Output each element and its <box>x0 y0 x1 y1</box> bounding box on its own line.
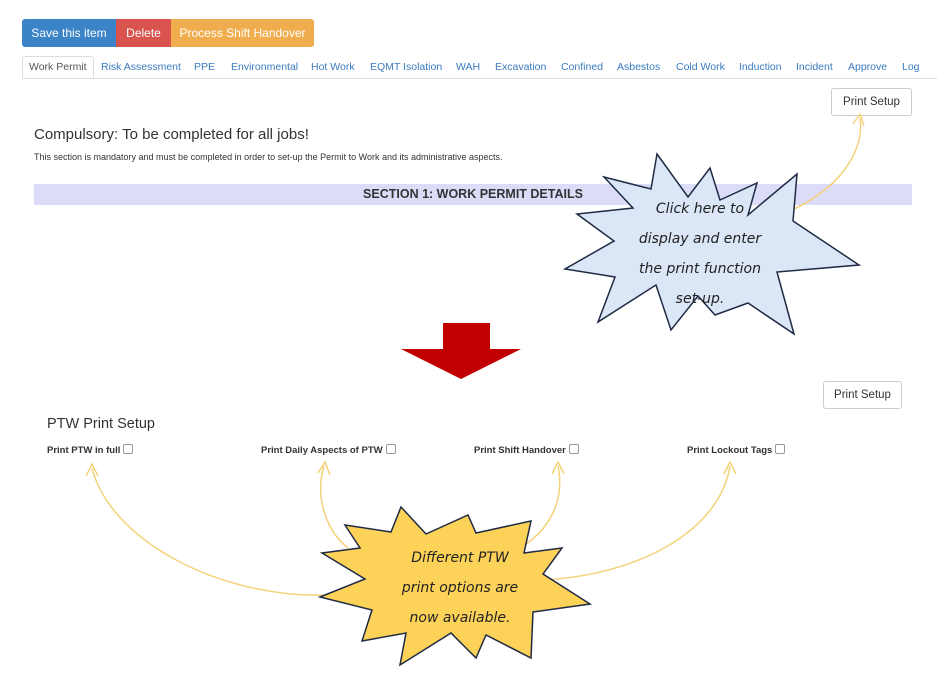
print-setup-button-bottom[interactable]: Print Setup <box>823 381 902 409</box>
callout-bottom-line-3: now available. <box>409 610 511 626</box>
option-label-print-ptw-full: Print PTW in full <box>47 445 121 456</box>
callout-top-line-2: display and enter <box>638 231 762 247</box>
callout-bottom-line-1: Different PTW <box>411 550 509 566</box>
checkbox-print-lockout-tags[interactable] <box>775 444 786 454</box>
connector-curve-lockout <box>542 465 731 581</box>
option-label-print-daily-aspects: Print Daily Aspects of PTW <box>261 445 383 456</box>
option-label-print-shift-handover: Print Shift Handover <box>474 445 566 456</box>
option-label-print-lockout-tags: Print Lockout Tags <box>687 445 773 456</box>
callout-top-line-1: Click here to <box>655 201 745 217</box>
callout-top-line-4: set-up. <box>675 291 725 307</box>
option-print-daily-aspects: Print Daily Aspects of PTW <box>261 444 396 456</box>
callout-text-bottom: Different PTW print options are now avai… <box>355 543 565 633</box>
callout-bottom-line-2: print options are <box>401 580 519 596</box>
connector-arrowhead-top <box>852 112 865 127</box>
connector-curve-daily <box>320 465 349 549</box>
callout-text-top: Click here to display and enter the prin… <box>600 194 800 314</box>
option-print-shift-handover: Print Shift Handover <box>474 444 579 456</box>
checkbox-print-daily-aspects[interactable] <box>385 444 396 454</box>
ptw-print-setup-title: PTW Print Setup <box>47 416 155 432</box>
connector-curve-ptw-full <box>91 467 334 596</box>
option-print-lockout-tags: Print Lockout Tags <box>687 444 786 456</box>
down-arrow-icon <box>401 323 521 379</box>
callout-top-line-3: the print function <box>639 261 761 277</box>
option-print-ptw-full: Print PTW in full <box>47 444 134 456</box>
checkbox-print-ptw-full[interactable] <box>123 444 134 454</box>
checkbox-print-shift-handover[interactable] <box>568 444 579 454</box>
